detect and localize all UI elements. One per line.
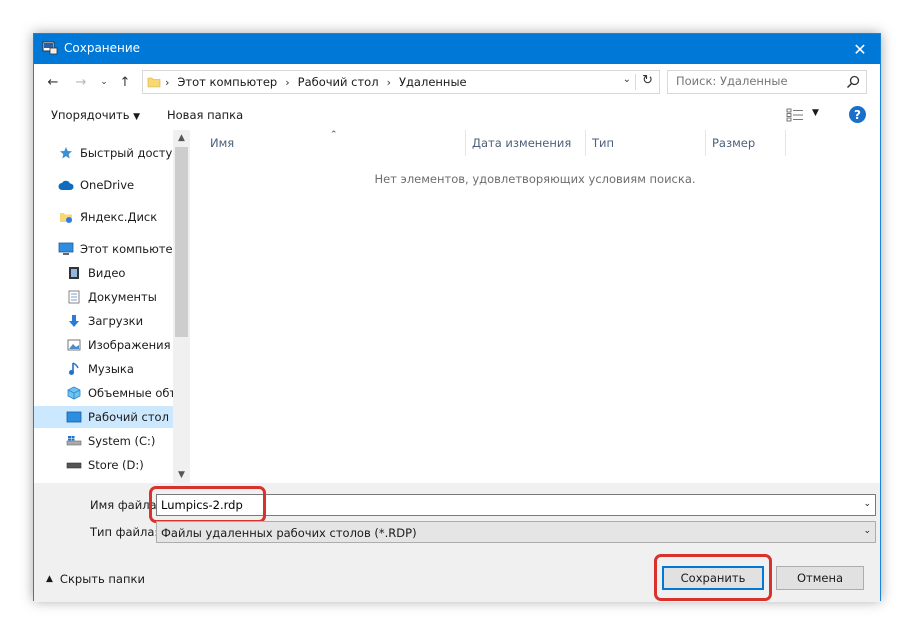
column-header-date[interactable]: Дата изменения (466, 130, 586, 156)
chevron-down-icon: ⌄ (100, 77, 108, 87)
chevron-down-icon: ⌄ (863, 526, 871, 536)
sidebar-item-label: System (C:) (88, 434, 156, 448)
folder-icon (147, 77, 161, 88)
up-button[interactable]: ↑ (116, 73, 134, 91)
scroll-up-icon[interactable]: ▲ (173, 130, 190, 146)
sidebar-scrollbar[interactable]: ▲ ▼ (173, 130, 190, 483)
organize-label: Упорядочить (51, 108, 130, 122)
search-icon (846, 75, 860, 89)
new-folder-button[interactable]: Новая папка (167, 108, 243, 122)
chevron-right-icon: › (165, 75, 170, 89)
breadcrumb-desktop[interactable]: Рабочий стол (298, 75, 379, 89)
arrow-up-icon: ↑ (119, 74, 131, 90)
3d-objects-icon (66, 385, 82, 401)
close-button[interactable]: ✕ (840, 34, 880, 64)
back-button[interactable]: ← (44, 73, 62, 91)
scrollbar-thumb[interactable] (175, 147, 188, 337)
caret-up-icon: ▲ (46, 574, 53, 584)
window-title: Сохранение (64, 41, 141, 55)
sidebar-item-label: Рабочий стол (88, 410, 169, 424)
column-header-size[interactable]: Размер (706, 130, 786, 156)
sidebar-item-label: Объемные объ (88, 386, 178, 400)
download-icon (66, 313, 82, 329)
sidebar-item-label: Видео (88, 266, 126, 280)
filetype-label: Тип файла: (90, 525, 159, 539)
sidebar-item-label: Этот компьютер (80, 242, 180, 256)
music-icon (66, 361, 82, 377)
command-bar: Упорядочить ▼ Новая папка ▼ ? (34, 100, 880, 130)
navigation-bar: ← → ⌄ ↑ › Этот компьютер › Рабочий стол … (34, 64, 880, 100)
yandex-disk-icon (58, 209, 74, 225)
view-dropdown-icon[interactable]: ▼ (812, 108, 819, 118)
sidebar-item-desktop[interactable]: Рабочий стол (34, 406, 173, 428)
sidebar-item-label: Изображения (88, 338, 171, 352)
hide-folders-button[interactable]: ▲ Скрыть папки (46, 572, 145, 586)
computer-icon (58, 241, 74, 257)
star-icon (58, 145, 74, 161)
file-list: ⌃ Имя Дата изменения Тип Размер Нет элем… (190, 130, 880, 483)
organize-button[interactable]: Упорядочить ▼ (51, 108, 140, 122)
save-form: Имя файла: ⌄ Тип файла: Файлы удаленных … (34, 483, 880, 602)
filetype-select[interactable]: Файлы удаленных рабочих столов (*.RDP) ⌄ (156, 521, 876, 543)
save-button[interactable]: Сохранить (662, 566, 764, 590)
arrow-left-icon: ← (47, 74, 59, 90)
video-icon (66, 265, 82, 281)
chevron-right-icon: › (285, 75, 290, 89)
column-header-type[interactable]: Тип (586, 130, 706, 156)
cancel-button[interactable]: Отмена (776, 566, 864, 590)
chevron-right-icon: › (386, 75, 391, 89)
column-header-name[interactable]: Имя (204, 130, 466, 156)
empty-message: Нет элементов, удовлетворяющих условиям … (374, 172, 696, 186)
view-options-icon[interactable] (786, 108, 804, 122)
sidebar-item-label: Store (D:) (88, 458, 144, 472)
close-icon: ✕ (853, 39, 867, 59)
hide-folders-label: Скрыть папки (59, 572, 145, 586)
address-divider (635, 74, 636, 90)
caret-down-icon: ▼ (133, 112, 141, 122)
sidebar-item-label: Музыка (88, 362, 134, 376)
chevron-down-icon[interactable]: ⌄ (863, 499, 871, 509)
breadcrumb-this-pc[interactable]: Этот компьютер (177, 75, 277, 89)
sidebar-item-label: Быстрый доступ (80, 146, 180, 160)
breadcrumb-remote[interactable]: Удаленные (399, 75, 467, 89)
remote-desktop-icon (42, 41, 58, 55)
address-dropdown-icon[interactable]: ⌄ (623, 74, 631, 85)
sidebar-item-label: OneDrive (80, 178, 135, 192)
help-icon[interactable]: ? (849, 106, 866, 123)
breadcrumb: › Этот компьютер › Рабочий стол › Удален… (165, 75, 467, 89)
navigation-pane: Быстрый доступ OneDrive Яндекс.Диск Этот… (34, 130, 190, 483)
filetype-value: Файлы удаленных рабочих столов (*.RDP) (161, 526, 417, 540)
search-input[interactable] (676, 74, 836, 88)
sidebar-item-label: Загрузки (88, 314, 144, 328)
forward-button[interactable]: → (72, 73, 90, 91)
cloud-icon (58, 177, 74, 193)
refresh-icon[interactable]: ↻ (642, 73, 653, 88)
search-box[interactable] (667, 70, 867, 94)
scroll-down-icon[interactable]: ▼ (173, 467, 190, 483)
recent-locations-button[interactable]: ⌄ (95, 73, 113, 91)
drive-c-icon (66, 433, 82, 449)
save-dialog: Сохранение ✕ ← → ⌄ ↑ › Этот компьютер › … (33, 33, 881, 602)
documents-icon (66, 289, 82, 305)
sidebar-item-label: Документы (88, 290, 157, 304)
sidebar-item-label: Яндекс.Диск (80, 210, 158, 224)
pictures-icon (66, 337, 82, 353)
highlight-frame (149, 486, 266, 523)
address-bar[interactable]: › Этот компьютер › Рабочий стол › Удален… (142, 70, 660, 94)
arrow-right-icon: → (75, 74, 87, 90)
drive-d-icon (66, 457, 82, 473)
desktop-icon (66, 409, 82, 425)
title-bar: Сохранение ✕ (34, 34, 880, 64)
